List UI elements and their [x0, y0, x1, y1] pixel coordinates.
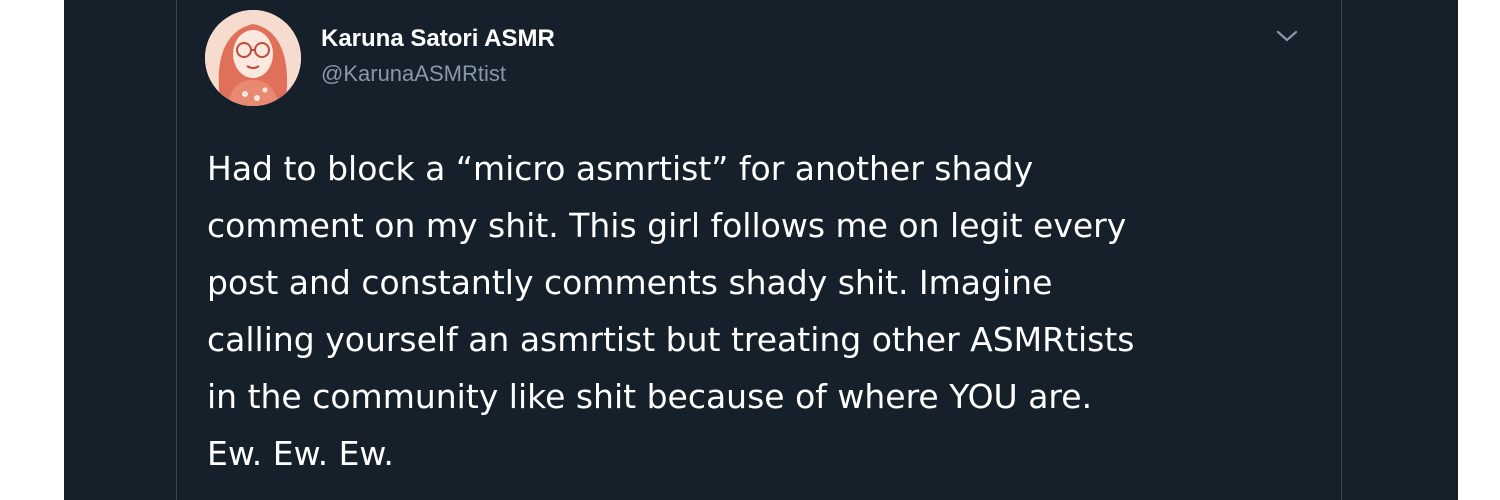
- tweet-card[interactable]: Karuna Satori ASMR @KarunaASMRtist Had t…: [176, 0, 1342, 500]
- tweet-menu-button[interactable]: [1273, 24, 1301, 48]
- tweet-text-line: calling yourself an asmrtist but treatin…: [207, 320, 1135, 359]
- tweet-text-line: Ew. Ew. Ew.: [207, 434, 394, 473]
- avatar-illustration-icon: [205, 10, 301, 106]
- screenshot-frame: Karuna Satori ASMR @KarunaASMRtist Had t…: [64, 0, 1458, 500]
- user-handle[interactable]: @KarunaASMRtist: [321, 59, 555, 89]
- tweet-text: Had to block a “micro asmrtist” for anot…: [207, 140, 1327, 482]
- user-info: Karuna Satori ASMR @KarunaASMRtist: [321, 24, 555, 89]
- tweet-text-line: in the community like shit because of wh…: [207, 377, 1093, 416]
- avatar[interactable]: [205, 10, 301, 106]
- tweet-text-line: Had to block a “micro asmrtist” for anot…: [207, 149, 1034, 188]
- display-name[interactable]: Karuna Satori ASMR: [321, 24, 555, 54]
- chevron-down-icon: [1276, 30, 1298, 42]
- tweet-text-line: post and constantly comments shady shit.…: [207, 263, 1053, 302]
- tweet-text-line: comment on my shit. This girl follows me…: [207, 206, 1127, 245]
